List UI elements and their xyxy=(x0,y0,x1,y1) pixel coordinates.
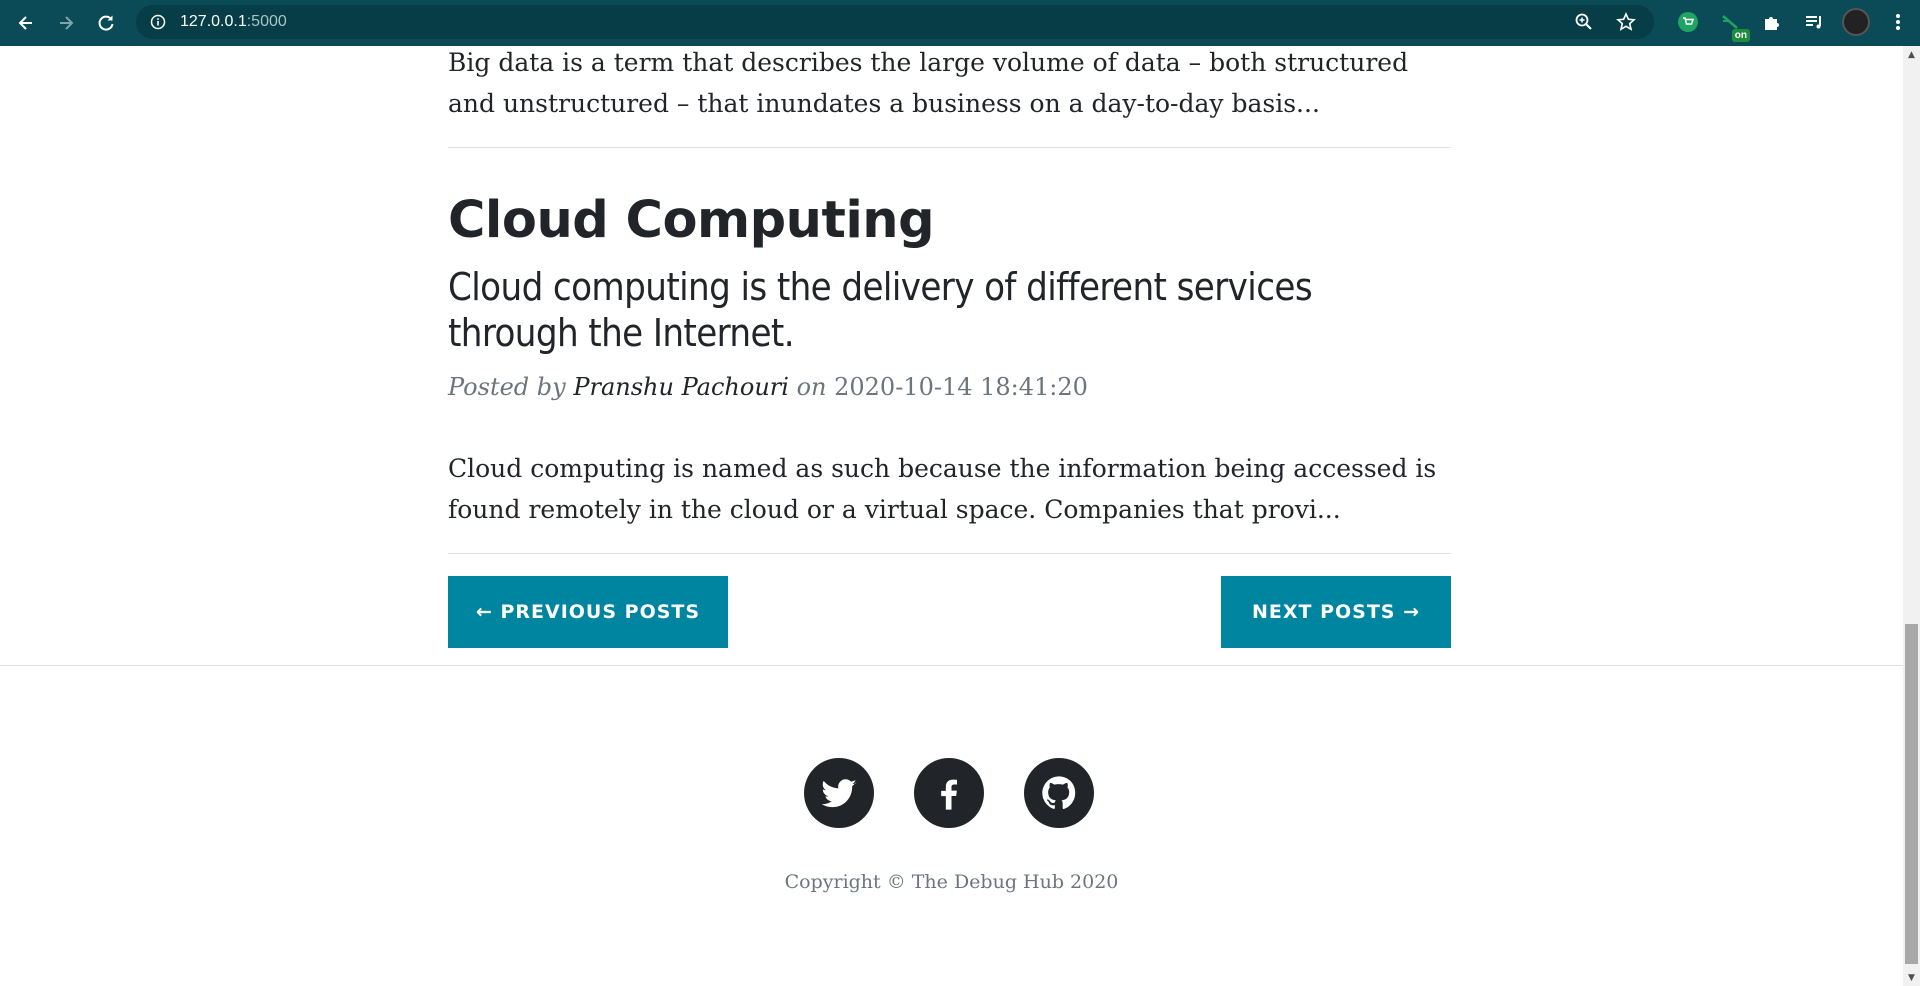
post-divider xyxy=(448,147,1451,148)
scroll-up-arrow[interactable]: ▲ xyxy=(1903,46,1920,63)
post-excerpt: Big data is a term that describes the la… xyxy=(448,42,1451,124)
post-meta: Posted by Pranshu Pachouri on 2020-10-14… xyxy=(448,370,1451,404)
kebab-menu-icon xyxy=(1896,14,1900,30)
puzzle-icon xyxy=(1765,17,1779,30)
excerpt-line: found remotely in the cloud or a virtual… xyxy=(448,495,1341,524)
scroll-thumb[interactable] xyxy=(1905,624,1918,964)
shopping-extension[interactable] xyxy=(1674,8,1702,36)
social-links xyxy=(804,758,1094,828)
post-author-link[interactable]: Pranshu Pachouri xyxy=(573,373,789,401)
post-list: Big data is a term that describes the la… xyxy=(448,46,1451,648)
twitter-link[interactable] xyxy=(804,758,874,828)
excerpt-line: Cloud computing is named as such because… xyxy=(448,454,1437,483)
arrow-right-icon xyxy=(60,16,74,30)
back-button[interactable] xyxy=(10,7,42,39)
footer-divider xyxy=(0,665,1903,666)
previous-posts-button[interactable]: ← Previous Posts xyxy=(448,576,728,648)
menu-button[interactable] xyxy=(1884,8,1912,36)
github-link[interactable] xyxy=(1024,758,1094,828)
twitter-icon xyxy=(821,779,857,808)
reload-icon xyxy=(98,15,114,31)
post-preview-big-data[interactable]: Big data is a term that describes the la… xyxy=(448,42,1451,124)
facebook-icon xyxy=(941,779,957,810)
post-date: 2020-10-14 18:41:20 xyxy=(834,373,1088,401)
excerpt-line: and unstructured – that inundates a busi… xyxy=(448,89,1320,118)
post-divider xyxy=(448,553,1451,554)
pager: ← Previous Posts Next Posts → xyxy=(448,576,1451,648)
github-icon xyxy=(1042,776,1076,810)
zoom-icon[interactable] xyxy=(1574,12,1594,32)
extension-on-badge: on xyxy=(1731,29,1750,42)
url-host: 127.0.0.1 xyxy=(180,13,247,30)
playlist-icon xyxy=(1806,16,1821,29)
info-icon[interactable] xyxy=(150,14,166,30)
facebook-link[interactable] xyxy=(914,758,984,828)
avatar xyxy=(1842,8,1870,36)
extensions-bar: on xyxy=(1674,8,1912,42)
excerpt-line: Big data is a term that describes the la… xyxy=(448,48,1409,77)
extensions-button[interactable] xyxy=(1758,8,1786,36)
browser-toolbar: 127.0.0.1:5000 on xyxy=(0,0,1920,46)
bookmark-star-icon[interactable] xyxy=(1616,12,1636,32)
shopping-cart-icon xyxy=(1678,12,1698,32)
post-preview-cloud-computing[interactable]: Cloud Computing Cloud computing is the d… xyxy=(448,190,1451,530)
scroll-down-arrow[interactable]: ▼ xyxy=(1903,969,1920,986)
reload-button[interactable] xyxy=(90,7,122,39)
address-bar[interactable]: 127.0.0.1:5000 xyxy=(136,5,1654,39)
meta-on: on xyxy=(796,373,827,401)
post-excerpt: Cloud computing is named as such because… xyxy=(448,448,1451,530)
profile-button[interactable] xyxy=(1842,8,1870,36)
reading-list-button[interactable] xyxy=(1800,8,1828,36)
next-posts-button[interactable]: Next Posts → xyxy=(1221,576,1451,648)
arrow-left-icon xyxy=(18,16,32,30)
meta-posted-by: Posted by xyxy=(448,373,566,401)
toggle-extension[interactable]: on xyxy=(1716,8,1750,42)
post-title[interactable]: Cloud Computing xyxy=(448,190,1451,252)
post-subtitle[interactable]: Cloud computing is the delivery of diffe… xyxy=(448,264,1451,356)
subtitle-line: Cloud computing is the delivery of diffe… xyxy=(448,265,1313,309)
subtitle-line: through the Internet. xyxy=(448,311,795,355)
forward-button[interactable] xyxy=(50,7,82,39)
url-port: :5000 xyxy=(246,13,287,30)
copyright-text: Copyright © The Debug Hub 2020 xyxy=(784,871,1119,893)
page-scrollbar[interactable]: ▲ ▼ xyxy=(1903,46,1920,986)
